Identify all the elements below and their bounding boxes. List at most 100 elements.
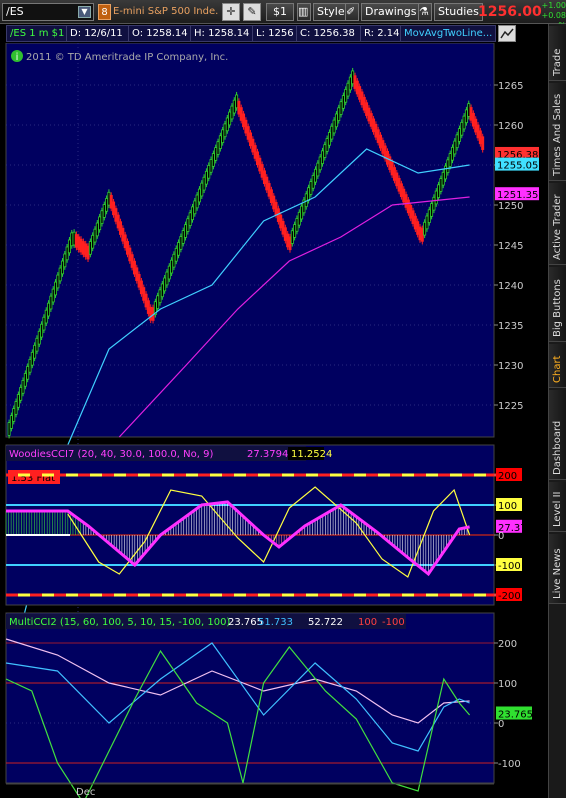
candle xyxy=(81,241,85,255)
drawings-button[interactable]: Drawings xyxy=(361,3,421,21)
style-icon[interactable]: ▥ xyxy=(297,3,311,21)
candle xyxy=(51,288,55,303)
chart-settings-icon[interactable] xyxy=(498,25,516,42)
candle xyxy=(67,239,71,254)
cci-panel-bg xyxy=(5,444,495,606)
candle xyxy=(58,267,62,282)
candle xyxy=(190,206,194,221)
candle xyxy=(91,234,95,249)
candle xyxy=(309,181,313,195)
candle xyxy=(388,156,392,170)
draw-tool-icon[interactable]: ✎ xyxy=(243,3,261,21)
symbol-text: /ES xyxy=(6,5,24,18)
candle xyxy=(54,281,58,296)
candle xyxy=(474,118,478,133)
candle xyxy=(318,156,322,171)
drawings-icon[interactable]: ✐ xyxy=(345,3,359,21)
studies-button[interactable]: Studies xyxy=(434,3,483,21)
candle xyxy=(130,254,134,268)
candle xyxy=(307,187,311,201)
candle xyxy=(56,274,60,289)
header-close: C: 1256.38 xyxy=(297,26,361,41)
candle xyxy=(30,351,34,366)
link-badge[interactable]: 8 xyxy=(98,4,111,20)
candle xyxy=(476,124,480,139)
cci-label: 100 xyxy=(498,501,517,512)
price-tick-label: 1240 xyxy=(498,281,523,292)
tab-big-buttons[interactable]: Big Buttons xyxy=(549,267,566,342)
tab-live-news[interactable]: Live News xyxy=(549,534,566,604)
candle xyxy=(14,401,18,415)
candle xyxy=(74,234,78,248)
multi-tick-label: 100 xyxy=(498,679,517,690)
cci-label: -200 xyxy=(498,591,521,602)
candle xyxy=(369,113,373,127)
candle xyxy=(390,161,394,176)
candle xyxy=(84,243,88,258)
tab-level-ii[interactable]: Level II xyxy=(549,482,566,532)
tab-times-and-sales[interactable]: Times And Sales xyxy=(549,83,566,181)
chevron-down-icon[interactable]: ▼ xyxy=(78,6,91,18)
candle xyxy=(392,167,396,181)
candle xyxy=(353,75,357,89)
candle xyxy=(260,164,264,178)
candle xyxy=(209,159,213,173)
chart-area[interactable]: 126512601255125012451240123512301225i201… xyxy=(0,43,548,798)
tab-dashboard[interactable]: Dashboard xyxy=(549,390,566,480)
candle xyxy=(251,138,255,153)
chart-header: /ES 1 m $1 D: 12/6/11 O: 1258.14 H: 1258… xyxy=(6,25,496,42)
candle xyxy=(228,111,232,126)
candle xyxy=(7,422,11,436)
tab-trade[interactable]: Trade xyxy=(549,26,566,81)
candle xyxy=(98,216,102,231)
candle xyxy=(79,238,83,253)
cci-tick-label: 0 xyxy=(498,531,504,542)
candle xyxy=(481,136,485,150)
candle xyxy=(286,233,290,248)
candle xyxy=(216,141,220,155)
cci-header-title: WoodiesCCI7 (20, 40, 30.0, 100.0, No, 9) xyxy=(9,449,213,460)
candle xyxy=(174,247,178,262)
candle xyxy=(223,123,227,138)
candle xyxy=(65,246,69,261)
candle xyxy=(327,132,331,146)
candle xyxy=(225,117,229,132)
symbol-selector[interactable]: /ES ▼ xyxy=(2,3,94,21)
candle xyxy=(358,86,362,100)
candle xyxy=(218,135,222,149)
studies-icon[interactable]: ⚗ xyxy=(418,3,432,21)
candle xyxy=(244,119,248,134)
candle xyxy=(60,260,64,275)
candle xyxy=(323,144,327,158)
cci-label: 200 xyxy=(498,471,517,482)
candle xyxy=(416,221,420,235)
candle xyxy=(427,209,431,223)
tab-active-trader[interactable]: Active Trader xyxy=(549,183,566,265)
header-study[interactable]: MovAvgTwoLine... xyxy=(401,26,495,41)
candle xyxy=(439,178,443,192)
candle xyxy=(137,273,141,288)
candle xyxy=(142,287,146,301)
style-button[interactable]: Style xyxy=(313,3,349,21)
candle xyxy=(214,147,218,161)
candle xyxy=(276,208,280,222)
candle xyxy=(430,203,434,217)
candle xyxy=(42,316,46,331)
price-tick-label: 1230 xyxy=(498,361,523,372)
candle xyxy=(330,125,334,140)
candle xyxy=(374,123,378,138)
candle xyxy=(221,129,225,144)
price-type-button[interactable]: $1 xyxy=(266,3,294,21)
candle xyxy=(158,289,162,304)
candle xyxy=(193,200,197,215)
candle xyxy=(457,128,461,142)
header-range: R: 2.14 xyxy=(361,26,401,41)
candle xyxy=(26,366,30,380)
candle xyxy=(406,199,410,214)
candle xyxy=(172,253,176,268)
crosshair-icon[interactable]: ✛ xyxy=(222,3,240,21)
candle xyxy=(267,183,271,197)
candle xyxy=(195,194,199,209)
tab-chart[interactable]: Chart xyxy=(549,344,566,388)
candle xyxy=(413,215,417,230)
